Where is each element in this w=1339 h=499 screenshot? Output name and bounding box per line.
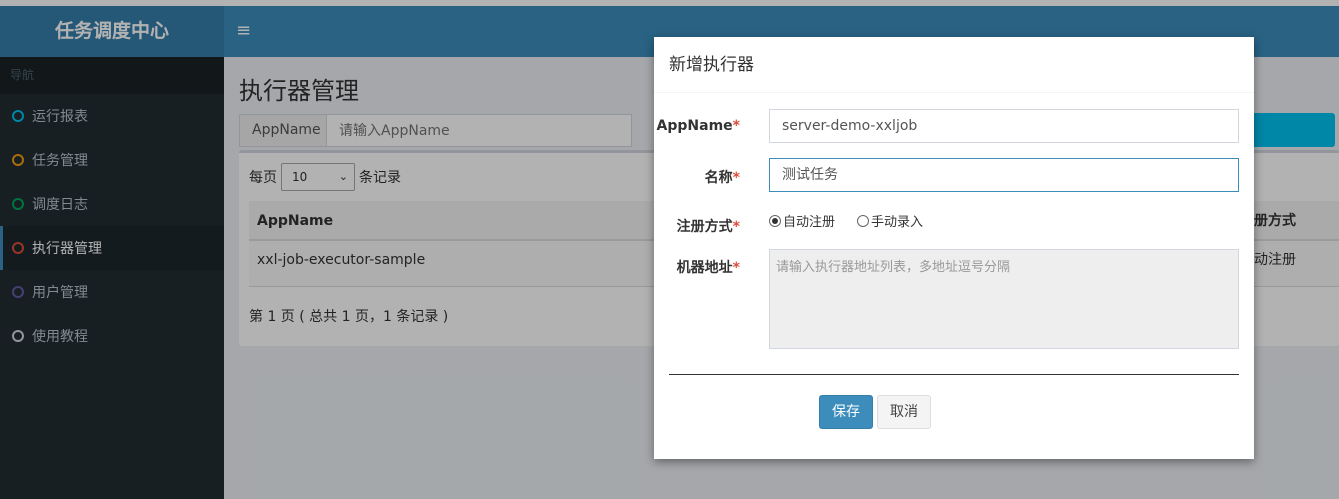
auto-register-radio[interactable] xyxy=(769,214,781,227)
save-button[interactable]: 保存 xyxy=(819,395,873,429)
manual-register-label[interactable]: 手动录入 xyxy=(871,211,923,230)
cancel-button[interactable]: 取消 xyxy=(877,395,931,429)
address-textarea[interactable]: 请输入执行器地址列表，多地址逗号分隔 xyxy=(769,249,1239,349)
name-field[interactable]: 测试任务 xyxy=(769,158,1239,192)
auto-register-label[interactable]: 自动注册 xyxy=(783,211,835,230)
name-label: 名称* xyxy=(704,170,740,186)
appname-label: AppName* xyxy=(656,118,740,134)
appname-field[interactable]: server-demo-xxljob xyxy=(769,109,1239,143)
add-executor-dialog: 新增执行器 AppName* server-demo-xxljob 名称* 测试… xyxy=(654,37,1254,459)
form-divider xyxy=(669,374,1239,375)
address-label: 机器地址* xyxy=(676,260,740,276)
regtype-radio-group: 自动注册 手动录入 xyxy=(769,211,923,230)
dialog-title: 新增执行器 xyxy=(654,37,1254,93)
manual-register-radio[interactable] xyxy=(857,214,870,227)
regtype-label: 注册方式* xyxy=(676,219,740,235)
